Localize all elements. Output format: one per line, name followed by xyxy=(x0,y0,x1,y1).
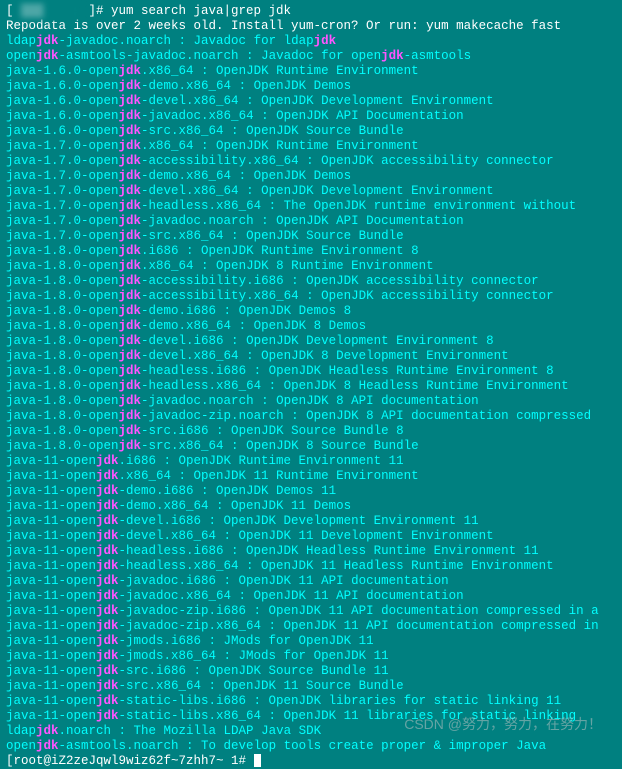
result-line: ldapjdk.noarch : The Mozilla LDAP Java S… xyxy=(6,724,616,739)
result-line: java-1.6.0-openjdk-devel.x86_64 : OpenJD… xyxy=(6,94,616,109)
result-line: java-11-openjdk-demo.i686 : OpenJDK Demo… xyxy=(6,484,616,499)
search-results: ldapjdk-javadoc.noarch : Javadoc for lda… xyxy=(6,34,616,754)
result-line: java-1.8.0-openjdk-demo.i686 : OpenJDK D… xyxy=(6,304,616,319)
result-line: java-11-openjdk-demo.x86_64 : OpenJDK 11… xyxy=(6,499,616,514)
result-line: java-11-openjdk-headless.x86_64 : OpenJD… xyxy=(6,559,616,574)
result-line: java-1.8.0-openjdk-javadoc.noarch : Open… xyxy=(6,394,616,409)
result-line: java-1.8.0-openjdk.x86_64 : OpenJDK 8 Ru… xyxy=(6,259,616,274)
result-line: java-1.8.0-openjdk-src.x86_64 : OpenJDK … xyxy=(6,439,616,454)
hostname-obscured: ███ xyxy=(21,4,81,19)
result-line: java-11-openjdk-devel.x86_64 : OpenJDK 1… xyxy=(6,529,616,544)
prompt-suffix: ]# xyxy=(81,4,111,18)
result-line: java-11-openjdk-static-libs.i686 : OpenJ… xyxy=(6,694,616,709)
result-line: java-1.8.0-openjdk-javadoc-zip.noarch : … xyxy=(6,409,616,424)
result-line: java-1.6.0-openjdk.x86_64 : OpenJDK Runt… xyxy=(6,64,616,79)
result-line: java-1.8.0-openjdk-demo.x86_64 : OpenJDK… xyxy=(6,319,616,334)
result-line: java-1.7.0-openjdk.x86_64 : OpenJDK Runt… xyxy=(6,139,616,154)
result-line: java-11-openjdk-javadoc-zip.x86_64 : Ope… xyxy=(6,619,616,634)
result-line: java-1.8.0-openjdk-headless.i686 : OpenJ… xyxy=(6,364,616,379)
result-line: java-11-openjdk-headless.i686 : OpenJDK … xyxy=(6,544,616,559)
result-line: java-1.7.0-openjdk-accessibility.x86_64 … xyxy=(6,154,616,169)
result-line: java-1.8.0-openjdk-accessibility.i686 : … xyxy=(6,274,616,289)
cursor-icon xyxy=(254,754,261,767)
next-prompt[interactable]: [root@iZ2zeJqwl9wiz62f~7zhh7~ 1# xyxy=(6,754,616,769)
result-line: java-11-openjdk-javadoc.x86_64 : OpenJDK… xyxy=(6,589,616,604)
result-line: java-1.7.0-openjdk-headless.x86_64 : The… xyxy=(6,199,616,214)
terminal-output: [ ███ ]# yum search java|grep jdk Repoda… xyxy=(6,4,616,769)
result-line: java-11-openjdk-devel.i686 : OpenJDK Dev… xyxy=(6,514,616,529)
result-line: java-11-openjdk-src.x86_64 : OpenJDK 11 … xyxy=(6,679,616,694)
result-line: java-1.8.0-openjdk-headless.x86_64 : Ope… xyxy=(6,379,616,394)
result-line: java-1.6.0-openjdk-javadoc.x86_64 : Open… xyxy=(6,109,616,124)
result-line: java-1.7.0-openjdk-src.x86_64 : OpenJDK … xyxy=(6,229,616,244)
result-line: java-1.8.0-openjdk.i686 : OpenJDK Runtim… xyxy=(6,244,616,259)
result-line: java-1.8.0-openjdk-devel.i686 : OpenJDK … xyxy=(6,334,616,349)
result-line: java-1.6.0-openjdk-demo.x86_64 : OpenJDK… xyxy=(6,79,616,94)
result-line: java-11-openjdk-static-libs.x86_64 : Ope… xyxy=(6,709,616,724)
result-line: java-1.6.0-openjdk-src.x86_64 : OpenJDK … xyxy=(6,124,616,139)
result-line: java-11-openjdk.i686 : OpenJDK Runtime E… xyxy=(6,454,616,469)
result-line: java-11-openjdk-jmods.i686 : JMods for O… xyxy=(6,634,616,649)
prompt-line[interactable]: [ ███ ]# yum search java|grep jdk xyxy=(6,4,616,19)
result-line: openjdk-asmtools-javadoc.noarch : Javado… xyxy=(6,49,616,64)
result-line: java-11-openjdk-src.i686 : OpenJDK Sourc… xyxy=(6,664,616,679)
result-line: java-11-openjdk-javadoc.i686 : OpenJDK 1… xyxy=(6,574,616,589)
next-prompt-text: [root@iZ2zeJqwl9wiz62f~7zhh7~ 1# xyxy=(6,754,254,768)
result-line: java-11-openjdk-javadoc-zip.i686 : OpenJ… xyxy=(6,604,616,619)
result-line: java-1.8.0-openjdk-accessibility.x86_64 … xyxy=(6,289,616,304)
command-text: yum search java|grep jdk xyxy=(111,4,291,18)
result-line: java-1.7.0-openjdk-demo.x86_64 : OpenJDK… xyxy=(6,169,616,184)
result-line: java-1.7.0-openjdk-devel.x86_64 : OpenJD… xyxy=(6,184,616,199)
result-line: java-1.8.0-openjdk-devel.x86_64 : OpenJD… xyxy=(6,349,616,364)
result-line: ldapjdk-javadoc.noarch : Javadoc for lda… xyxy=(6,34,616,49)
result-line: java-1.7.0-openjdk-javadoc.noarch : Open… xyxy=(6,214,616,229)
repodata-warning: Repodata is over 2 weeks old. Install yu… xyxy=(6,19,616,34)
result-line: java-11-openjdk.x86_64 : OpenJDK 11 Runt… xyxy=(6,469,616,484)
result-line: openjdk-asmtools.noarch : To develop too… xyxy=(6,739,616,754)
result-line: java-1.8.0-openjdk-src.i686 : OpenJDK So… xyxy=(6,424,616,439)
prompt-prefix: [ xyxy=(6,4,21,18)
result-line: java-11-openjdk-jmods.x86_64 : JMods for… xyxy=(6,649,616,664)
